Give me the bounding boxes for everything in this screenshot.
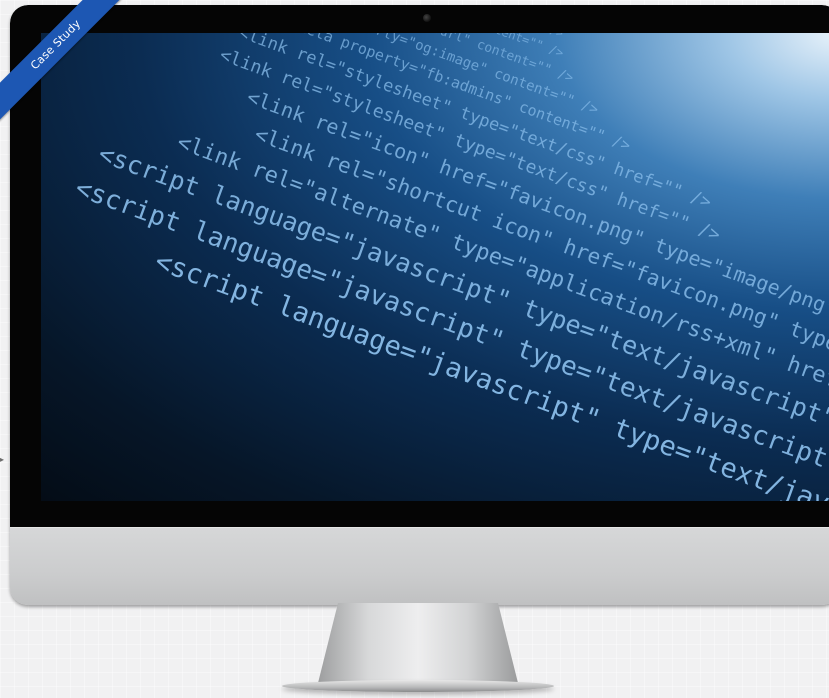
monitor-screen: <meta property="og:site_name" content=""… bbox=[41, 33, 829, 501]
monitor-chin bbox=[10, 527, 829, 605]
case-study-ribbon: Case Study bbox=[0, 0, 140, 140]
case-study-badge: Case Study bbox=[0, 0, 136, 125]
screen-code-image: <meta property="og:site_name" content=""… bbox=[71, 33, 829, 501]
monitor-stand-base bbox=[282, 680, 554, 692]
monitor-stand bbox=[318, 603, 518, 683]
chevron-right-icon[interactable]: ▸ bbox=[0, 454, 8, 466]
camera-icon bbox=[423, 14, 431, 22]
